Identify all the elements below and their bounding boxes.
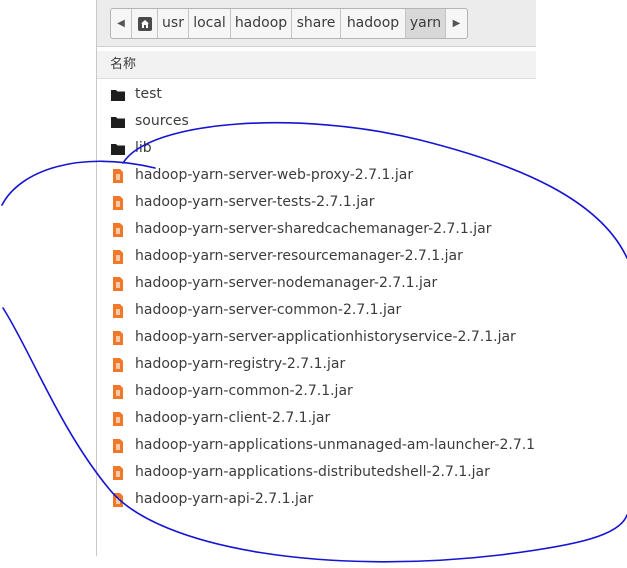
path-forward-arrow[interactable]: ▶	[446, 9, 467, 38]
file-manager-window: ◀ usr local hadoop share hadoop yarn ▶ 名…	[96, 0, 536, 556]
jar-file-icon	[113, 277, 123, 291]
crumb-hadoop[interactable]: hadoop	[231, 9, 292, 38]
crumb-local[interactable]: local	[189, 9, 231, 38]
file-name: test	[135, 86, 162, 102]
list-item[interactable]: hadoop-yarn-api-2.7.1.jar	[97, 486, 536, 513]
file-name: hadoop-yarn-server-applicationhistoryser…	[135, 329, 516, 345]
crumb-hadoop-2[interactable]: hadoop	[341, 9, 406, 38]
file-name: hadoop-yarn-server-common-2.7.1.jar	[135, 302, 402, 318]
file-name: hadoop-yarn-server-web-proxy-2.7.1.jar	[135, 167, 414, 183]
file-name: hadoop-yarn-server-nodemanager-2.7.1.jar	[135, 275, 438, 291]
file-list: test sources lib hadoop-yarn-server-web-…	[97, 81, 536, 513]
file-name: hadoop-yarn-common-2.7.1.jar	[135, 383, 353, 399]
toolbar: ◀ usr local hadoop share hadoop yarn ▶	[97, 0, 536, 47]
folder-icon	[111, 117, 125, 128]
list-item[interactable]: hadoop-yarn-server-resourcemanager-2.7.1…	[97, 243, 536, 270]
file-name: hadoop-yarn-server-tests-2.7.1.jar	[135, 194, 375, 210]
file-name: hadoop-yarn-applications-unmanaged-am-la…	[135, 437, 536, 453]
list-item[interactable]: lib	[97, 135, 536, 162]
home-icon	[137, 16, 152, 31]
jar-file-icon	[113, 466, 123, 480]
folder-icon	[111, 144, 125, 155]
path-back-arrow[interactable]: ◀	[111, 9, 132, 38]
jar-file-icon	[113, 358, 123, 372]
file-name: hadoop-yarn-applications-distributedshel…	[135, 464, 490, 480]
jar-file-icon	[113, 493, 123, 507]
home-icon-button[interactable]	[132, 9, 158, 38]
file-name: lib	[135, 140, 152, 156]
list-item[interactable]: hadoop-yarn-registry-2.7.1.jar	[97, 351, 536, 378]
jar-file-icon	[113, 331, 123, 345]
list-item[interactable]: hadoop-yarn-applications-unmanaged-am-la…	[97, 432, 536, 459]
list-item[interactable]: hadoop-yarn-server-common-2.7.1.jar	[97, 297, 536, 324]
jar-file-icon	[113, 250, 123, 264]
file-name: hadoop-yarn-client-2.7.1.jar	[135, 410, 331, 426]
folder-icon	[111, 90, 125, 101]
list-item[interactable]: hadoop-yarn-server-web-proxy-2.7.1.jar	[97, 162, 536, 189]
file-name: hadoop-yarn-api-2.7.1.jar	[135, 491, 314, 507]
file-name: hadoop-yarn-registry-2.7.1.jar	[135, 356, 346, 372]
name-column-label: 名称	[110, 57, 137, 72]
list-column-header[interactable]: 名称	[97, 51, 536, 79]
path-bar: ◀ usr local hadoop share hadoop yarn ▶	[110, 8, 468, 39]
crumb-share[interactable]: share	[292, 9, 341, 38]
file-name: hadoop-yarn-server-sharedcachemanager-2.…	[135, 221, 492, 237]
file-name: sources	[135, 113, 189, 129]
crumb-usr[interactable]: usr	[158, 9, 189, 38]
jar-file-icon	[113, 196, 123, 210]
jar-file-icon	[113, 169, 123, 183]
list-item[interactable]: hadoop-yarn-client-2.7.1.jar	[97, 405, 536, 432]
jar-file-icon	[113, 412, 123, 426]
file-name: hadoop-yarn-server-resourcemanager-2.7.1…	[135, 248, 463, 264]
jar-file-icon	[113, 385, 123, 399]
list-item[interactable]: hadoop-yarn-applications-distributedshel…	[97, 459, 536, 486]
list-item[interactable]: hadoop-yarn-server-sharedcachemanager-2.…	[97, 216, 536, 243]
list-item[interactable]: sources	[97, 108, 536, 135]
list-item[interactable]: hadoop-yarn-server-nodemanager-2.7.1.jar	[97, 270, 536, 297]
jar-file-icon	[113, 304, 123, 318]
list-item[interactable]: hadoop-yarn-common-2.7.1.jar	[97, 378, 536, 405]
crumb-yarn[interactable]: yarn	[406, 9, 446, 38]
jar-file-icon	[113, 223, 123, 237]
list-item[interactable]: hadoop-yarn-server-tests-2.7.1.jar	[97, 189, 536, 216]
list-item[interactable]: test	[97, 81, 536, 108]
list-item[interactable]: hadoop-yarn-server-applicationhistoryser…	[97, 324, 536, 351]
jar-file-icon	[113, 439, 123, 453]
